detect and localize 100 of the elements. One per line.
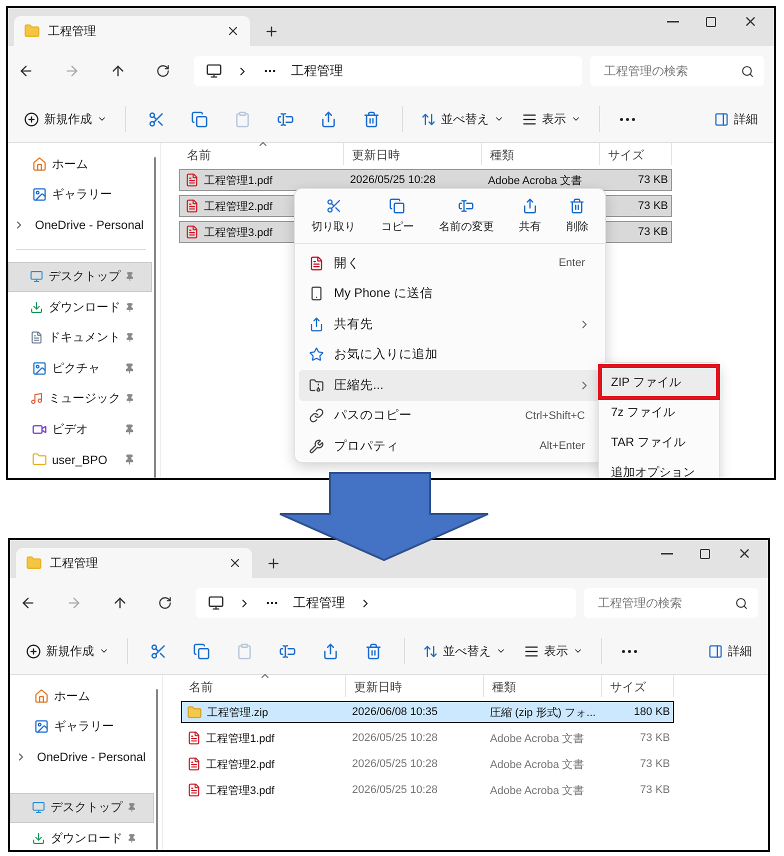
trash-icon[interactable] (365, 642, 382, 660)
sidebar-item[interactable]: ダウンロード (10, 823, 154, 850)
maximize-button[interactable] (705, 14, 717, 29)
sidebar-item[interactable]: ドキュメント (8, 322, 152, 353)
file-row[interactable]: 工程管理2.pdf 2026/05/25 10:28 Adobe Acroba 文書 73 KB (181, 753, 674, 775)
menu-action[interactable]: 名前の変更 (432, 197, 500, 235)
up-button[interactable] (112, 595, 128, 611)
more-button[interactable] (620, 118, 635, 120)
maximize-button[interactable] (699, 546, 711, 561)
pdf-icon (187, 757, 201, 771)
breadcrumb[interactable]: 工程管理 (293, 594, 345, 612)
column-header[interactable]: 名前 (179, 143, 344, 165)
window-tab[interactable]: 工程管理 (14, 16, 250, 46)
sidebar-item[interactable]: OneDrive - Personal (10, 742, 154, 772)
submenu-item[interactable]: TAR ファイル (601, 427, 717, 457)
date-cell: 2026/05/25 10:28 (352, 758, 438, 770)
file-row[interactable]: 工程管理.zip 2026/06/08 10:35 圧縮 (zip 形式) フォ... 180 KB (181, 701, 674, 723)
up-button[interactable] (110, 63, 126, 79)
column-header[interactable]: サイズ (600, 143, 672, 165)
share-icon[interactable] (322, 642, 339, 660)
date-cell: 2026/05/25 10:28 (350, 174, 436, 186)
submenu-item[interactable]: 追加オプション (601, 457, 717, 478)
details-button[interactable]: 詳細 (702, 638, 758, 664)
close-tab-button[interactable] (228, 556, 242, 570)
submenu-item[interactable]: 7z ファイル (601, 397, 717, 427)
pin-icon (125, 332, 135, 344)
menu-item[interactable]: 開く Enter (299, 248, 601, 278)
menu-action[interactable]: 削除 (560, 197, 594, 235)
sidebar-item[interactable]: ビデオ (8, 414, 152, 444)
sidebar-item[interactable]: デスクトップ (10, 792, 154, 823)
new-button[interactable]: 新規作成 (18, 106, 113, 132)
sidebar-item[interactable]: デスクトップ (8, 262, 152, 292)
details-button[interactable]: 詳細 (708, 106, 764, 132)
pin-icon (124, 454, 135, 466)
new-tab-button[interactable] (266, 556, 281, 571)
close-tab-button[interactable] (226, 24, 240, 38)
rename-icon[interactable] (279, 642, 296, 660)
refresh-button[interactable] (156, 64, 170, 78)
size-cell: 73 KB (640, 732, 670, 744)
new-tab-button[interactable] (264, 24, 279, 39)
view-button[interactable]: 表示 (518, 638, 589, 664)
copy-icon[interactable] (193, 642, 210, 660)
more-button[interactable] (622, 650, 637, 652)
address-bar[interactable]: 工程管理 (194, 56, 582, 86)
back-button[interactable] (20, 595, 36, 611)
column-header[interactable]: 更新日時 (346, 675, 484, 697)
menu-action[interactable]: コピー (374, 197, 420, 235)
back-button[interactable] (18, 63, 34, 79)
folder-icon (32, 452, 47, 468)
column-header[interactable]: 種類 (482, 143, 600, 165)
search-icon (735, 596, 748, 610)
pin-icon (127, 802, 137, 814)
scissors-icon[interactable] (150, 642, 167, 660)
menu-item[interactable]: My Phone に送信 (299, 278, 601, 309)
document-icon (30, 330, 44, 346)
sort-button[interactable]: 並べ替え (417, 638, 512, 664)
sidebar-item[interactable]: OneDrive - Personal (8, 210, 152, 240)
refresh-button[interactable] (158, 596, 172, 610)
menu-action[interactable]: 切り取り (306, 197, 362, 235)
submenu-item[interactable]: ZIP ファイル (601, 367, 717, 397)
menu-item[interactable]: プロパティ Alt+Enter (299, 431, 601, 462)
file-row[interactable]: 工程管理1.pdf 2026/05/25 10:28 Adobe Acroba 文書 73 KB (181, 727, 674, 749)
close-button[interactable] (743, 14, 758, 29)
menu-action[interactable]: 共有 (513, 197, 548, 235)
menu-item[interactable]: パスのコピー Ctrl+Shift+C (299, 400, 601, 431)
sidebar-item[interactable]: ホーム (10, 681, 154, 712)
new-button[interactable]: 新規作成 (20, 638, 115, 664)
column-header[interactable]: 更新日時 (344, 143, 482, 165)
menu-item[interactable]: 共有先 (299, 309, 601, 340)
search-field[interactable]: 工程管理の検索 (590, 56, 764, 86)
view-button[interactable]: 表示 (516, 106, 587, 132)
sidebar-item[interactable]: ギャラリー (10, 712, 154, 742)
sidebar-item[interactable]: ピクチャ (8, 353, 152, 384)
size-cell: 73 KB (638, 226, 668, 238)
share-icon[interactable] (320, 110, 337, 128)
file-row[interactable]: 工程管理1.pdf 2026/05/25 10:28 Adobe Acroba 文書 73 KB (179, 169, 672, 191)
copy-icon[interactable] (191, 110, 208, 128)
file-name: 工程管理1.pdf (206, 732, 274, 746)
sidebar-item[interactable]: ダウンロード (8, 292, 152, 322)
close-button[interactable] (737, 546, 752, 561)
scissors-icon[interactable] (148, 110, 165, 128)
sidebar-item[interactable]: user_BPO (8, 444, 152, 475)
sidebar-item[interactable]: ギャラリー (8, 180, 152, 210)
trash-icon[interactable] (363, 110, 380, 128)
search-field[interactable]: 工程管理の検索 (584, 588, 758, 618)
plus-circle-icon (26, 644, 41, 658)
column-header[interactable]: 種類 (484, 675, 602, 697)
sort-button[interactable]: 並べ替え (415, 106, 510, 132)
address-bar[interactable]: 工程管理 (196, 588, 576, 618)
column-header[interactable]: サイズ (602, 675, 674, 697)
menu-item[interactable]: 圧縮先... (299, 370, 601, 400)
sidebar-item[interactable]: ホーム (8, 149, 152, 180)
file-row[interactable]: 工程管理3.pdf 2026/05/25 10:28 Adobe Acroba 文書 73 KB (181, 779, 674, 801)
breadcrumb[interactable]: 工程管理 (291, 62, 343, 80)
sidebar-item[interactable]: ミュージック (8, 384, 152, 414)
column-header[interactable]: 名前 (181, 675, 346, 697)
window-tab[interactable]: 工程管理 (16, 548, 252, 578)
rename-icon[interactable] (277, 110, 294, 128)
pin-icon (127, 832, 137, 844)
menu-item[interactable]: お気に入りに追加 (299, 340, 601, 370)
